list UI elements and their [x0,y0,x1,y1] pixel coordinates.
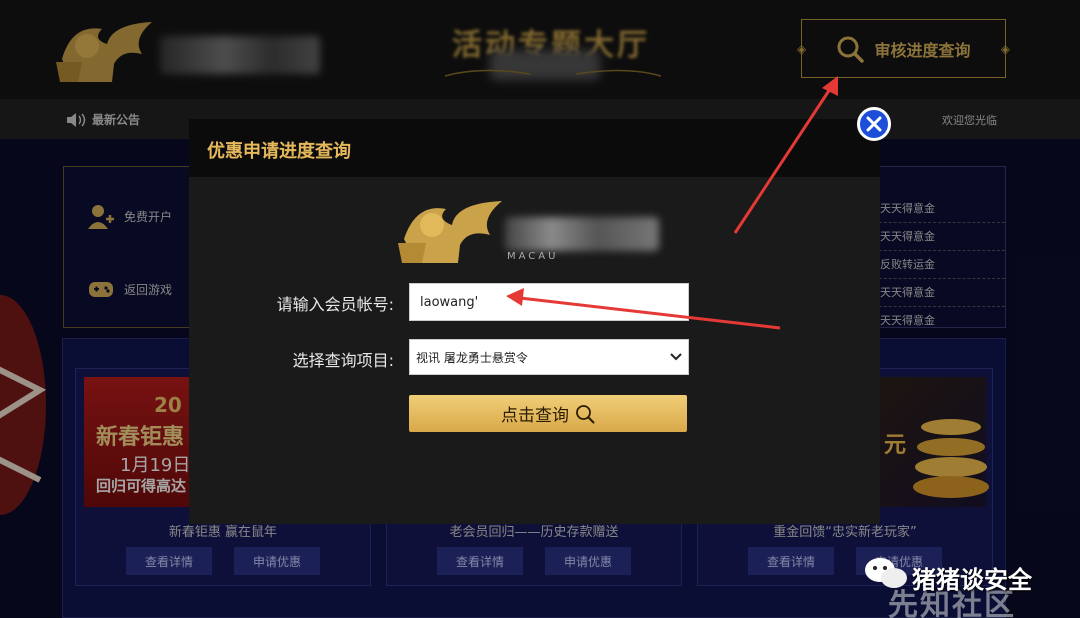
query-item-label: 选择查询项目: [292,351,394,370]
modal-header: 优惠申请进度查询 [189,119,880,177]
query-item-select[interactable]: 视讯 屠龙勇士悬赏令 [409,339,689,375]
chevron-down-icon [670,353,682,361]
logo-text-blurred [505,217,659,251]
watermark-text: 猪猪谈安全 [912,566,1032,594]
search-icon [576,404,595,423]
query-button-label: 点击查询 [501,406,569,426]
winged-lion-logo-icon [398,201,502,263]
modal-title: 优惠申请进度查询 [207,141,351,162]
close-modal-button[interactable] [857,107,891,141]
promo-progress-modal: 优惠申请进度查询 MACAU 请输入会员帐号: 选择查询项目: 视讯 屠龙勇士悬… [189,119,880,524]
selected-option: 视讯 屠龙勇士悬赏令 [416,350,528,365]
account-label: 请输入会员帐号: [276,295,394,314]
logo-subtitle: MACAU [507,251,559,262]
account-input[interactable] [409,283,689,321]
watermark: 先知社区 猪猪谈安全 [840,548,1080,618]
query-button[interactable]: 点击查询 [409,395,687,432]
close-icon [866,116,882,132]
